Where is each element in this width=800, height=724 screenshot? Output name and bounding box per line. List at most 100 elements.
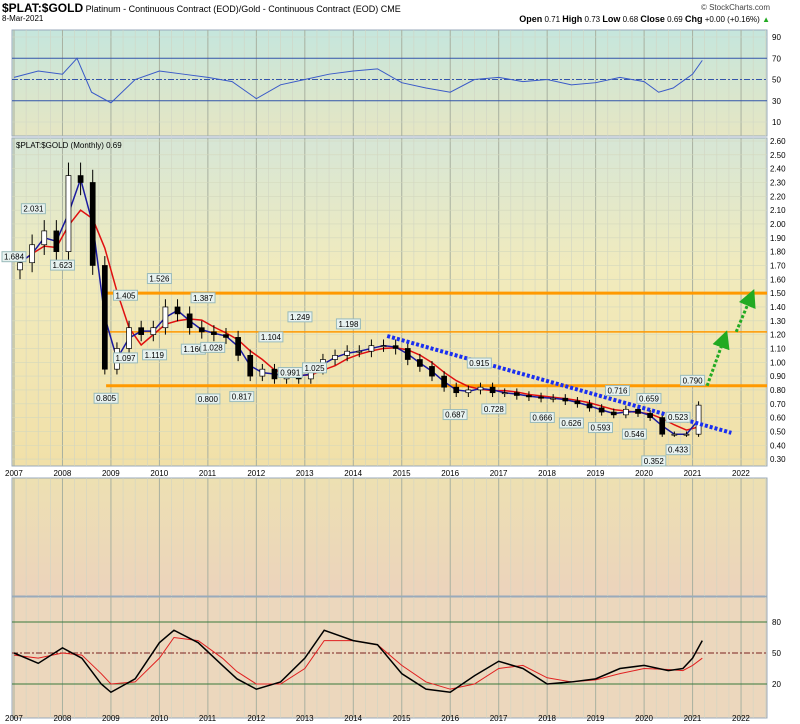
price-tick-label: 1.90 (770, 234, 786, 243)
price-tick-label: 2.00 (770, 220, 786, 229)
candle-body (101, 265, 108, 370)
year-label: 2007 (5, 714, 23, 723)
year-label: 2014 (344, 714, 362, 723)
year-label: 2008 (53, 714, 71, 723)
year-label: 2022 (732, 469, 750, 478)
candle-body (586, 403, 593, 409)
year-label: 2010 (150, 469, 168, 478)
annotation-label: 1.119 (145, 351, 165, 360)
annotation-label: 1.025 (305, 364, 326, 373)
candle-body (247, 355, 254, 377)
annotation-label: 1.623 (52, 261, 73, 270)
candle-body (538, 396, 544, 399)
candle-body (138, 327, 145, 335)
price-tick-label: 1.60 (770, 275, 786, 284)
candle-body (368, 345, 375, 352)
candle-body (41, 230, 48, 246)
price-tick-label: 0.50 (770, 427, 786, 436)
rsi-tick-label: 10 (772, 118, 781, 127)
candle-body (332, 355, 338, 360)
candle-body (647, 413, 653, 418)
year-label: 2015 (393, 714, 411, 723)
annotation-label: 1.405 (115, 291, 136, 300)
chart-canvas[interactable]: 90 70 50 30 10 2.60 2.50 2.40 2.30 2.20 2.10 2.00 1.… (0, 0, 800, 724)
candle-body (271, 368, 278, 380)
year-label: 2020 (635, 469, 653, 478)
candle-body (610, 411, 617, 416)
candle-body (198, 327, 205, 333)
year-label: 2008 (53, 469, 71, 478)
annotation-label: 0.666 (532, 413, 553, 422)
candle-body (126, 327, 132, 349)
annotation-label: 0.991 (280, 369, 301, 378)
candle-body (17, 262, 23, 271)
annotation-label: 1.028 (203, 343, 224, 352)
rsi-tick-label: 30 (772, 97, 781, 106)
candle-body (404, 348, 411, 360)
annotation-label: 0.352 (644, 457, 665, 466)
year-label: 2018 (538, 714, 556, 723)
annotation-label: 0.817 (232, 393, 253, 402)
price-tick-label: 2.50 (770, 151, 786, 160)
year-label: 2021 (684, 469, 702, 478)
year-label: 2021 (684, 714, 702, 723)
candle-body (441, 375, 447, 388)
year-label: 2014 (344, 469, 362, 478)
candle-body (623, 408, 629, 416)
year-label: 2019 (587, 469, 605, 478)
year-label: 2015 (393, 469, 411, 478)
candle-body (501, 392, 508, 395)
price-tick-label: 0.30 (770, 455, 786, 464)
candle-body (223, 334, 229, 338)
price-tick-label: 0.40 (770, 441, 786, 450)
rsi-tick-label: 90 (772, 33, 781, 42)
year-label: 2010 (150, 714, 168, 723)
price-tick-label: 1.30 (770, 317, 786, 326)
candle-body (562, 397, 569, 402)
candle-body (550, 397, 557, 400)
price-tick-label: 2.60 (770, 137, 786, 146)
candle-body (392, 345, 399, 349)
rsi-tick-label: 70 (772, 54, 781, 63)
year-label: 2009 (102, 469, 120, 478)
annotation-label: 0.593 (590, 424, 611, 433)
candle-body (380, 345, 387, 348)
candle-body (695, 404, 702, 435)
candle-body (598, 407, 605, 413)
candle-body (635, 408, 641, 414)
annotation-label: 0.433 (668, 446, 689, 455)
year-label: 2011 (199, 714, 217, 723)
year-label: 2012 (247, 714, 265, 723)
year-label: 2018 (538, 469, 556, 478)
candle-body (429, 366, 435, 377)
price-tick-label: 0.90 (770, 372, 786, 381)
annotation-label: 0.546 (624, 430, 645, 439)
candle-body (89, 182, 96, 266)
candle-body (356, 350, 363, 353)
year-label: 2007 (5, 469, 23, 478)
candle-body (150, 327, 157, 335)
annotation-label: 0.659 (639, 394, 660, 403)
year-label: 2016 (441, 714, 459, 723)
year-label: 2012 (247, 469, 265, 478)
candle-body (211, 331, 217, 335)
annotation-label: 1.249 (290, 313, 311, 322)
candle-body (465, 389, 472, 394)
candle-body (235, 337, 241, 356)
year-label: 2016 (441, 469, 459, 478)
candle-body (489, 386, 496, 394)
price-tick-label: 1.50 (770, 289, 786, 298)
price-tick-label: 0.80 (770, 386, 786, 395)
annotation-label: 2.031 (23, 205, 44, 214)
candle-body (162, 306, 169, 329)
rsi-tick-label: 50 (772, 76, 781, 85)
candle-body (174, 306, 181, 315)
candle-body (417, 359, 423, 367)
annotation-label: 0.728 (484, 405, 505, 414)
year-label: 2009 (102, 714, 120, 723)
candle-body (65, 175, 72, 252)
annotation-label: 0.626 (561, 419, 582, 428)
year-label: 2022 (732, 714, 750, 723)
price-panel-title: $PLAT:$GOLD (Monthly) 0.69 (16, 141, 122, 150)
candle-body (77, 175, 84, 183)
